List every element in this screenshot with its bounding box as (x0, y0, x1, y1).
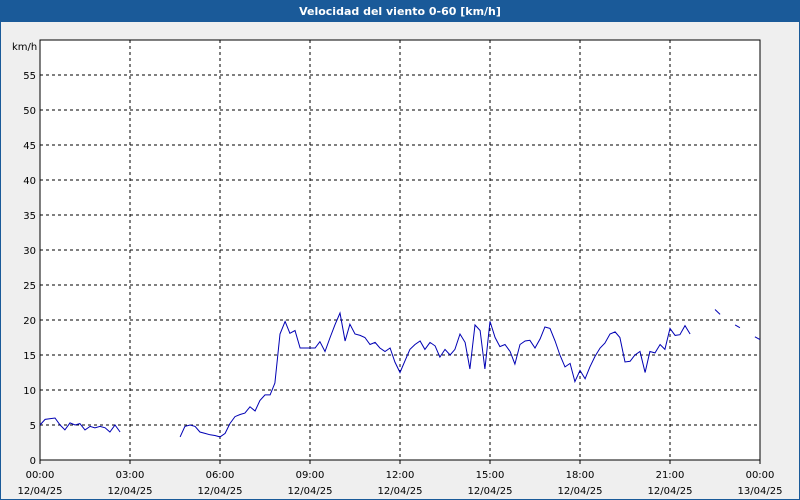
wind-speed-chart: 0 5 10 15 20 25 30 35 40 45 50 55 00:00 12/04/25 03:00… (12, 39, 783, 497)
x-tick-date-label: 12/04/25 (108, 486, 153, 497)
y-tick-label: 5 (30, 421, 36, 432)
y-tick-label: 55 (23, 71, 36, 82)
x-tick-date-label: 12/04/25 (648, 486, 693, 497)
x-tick-date-label: 12/04/25 (378, 486, 423, 497)
x-tick-time-label: 03:00 (116, 470, 145, 481)
x-tick-time-label: 18:00 (566, 470, 595, 481)
y-tick-label: 10 (23, 386, 36, 397)
x-tick-date-label: 13/04/25 (738, 486, 783, 497)
x-tick-time-label: 21:00 (656, 470, 685, 481)
y-tick-label: 30 (23, 246, 36, 257)
y-tick-label: 35 (23, 211, 36, 222)
x-tick-date-label: 12/04/25 (288, 486, 333, 497)
x-tick-date-label: 12/04/25 (468, 486, 513, 497)
x-tick-date-label: 12/04/25 (198, 486, 243, 497)
y-tick-label: 45 (23, 141, 36, 152)
y-tick-label: 50 (23, 106, 36, 117)
y-axis-unit-label: km/h (12, 42, 37, 53)
y-tick-label: 25 (23, 281, 36, 292)
x-tick-date-label: 12/04/25 (18, 486, 63, 497)
x-tick-date-label: 12/04/25 (558, 486, 603, 497)
y-tick-label: 0 (30, 456, 36, 467)
x-tick-time-label: 15:00 (476, 470, 505, 481)
x-tick-time-label: 00:00 (746, 470, 775, 481)
x-tick-time-label: 12:00 (386, 470, 415, 481)
x-tick-time-label: 09:00 (296, 470, 325, 481)
y-tick-label: 40 (23, 176, 36, 187)
x-tick-time-label: 06:00 (206, 470, 235, 481)
y-tick-label: 20 (23, 316, 36, 327)
y-tick-label: 15 (23, 351, 36, 362)
x-tick-time-label: 00:00 (26, 470, 55, 481)
